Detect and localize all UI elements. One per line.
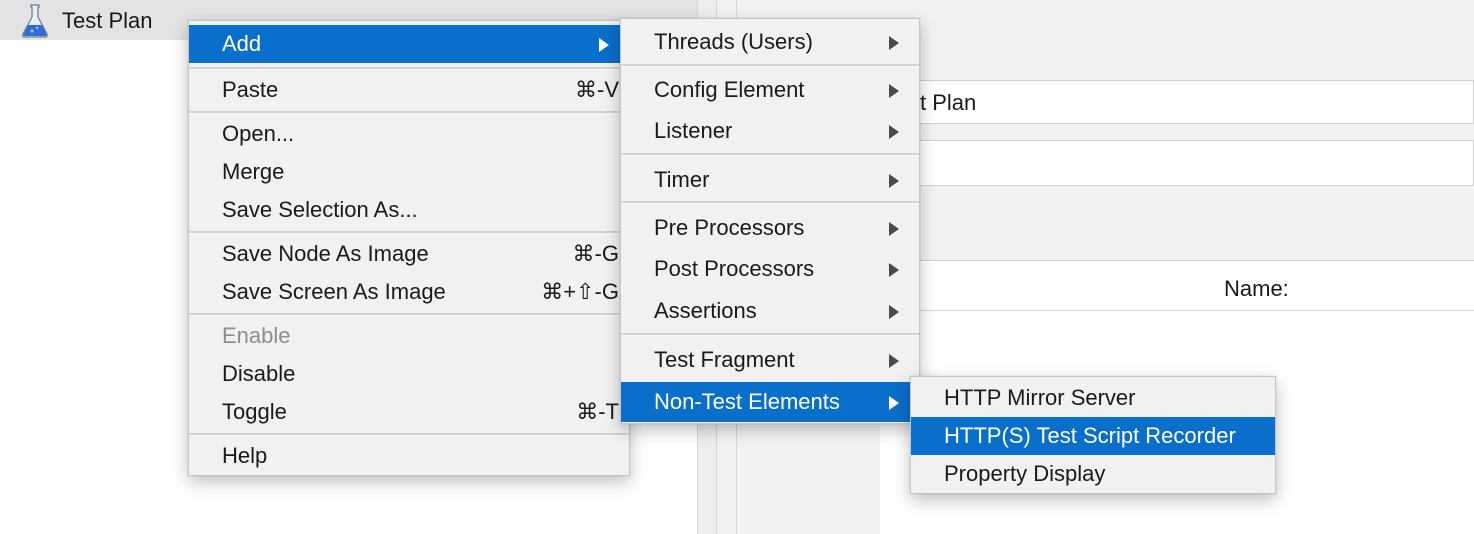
menu-item-label: Config Element	[654, 77, 805, 102]
submenu-item-config-element[interactable]: Config Element	[621, 71, 919, 109]
context-menu: Add Paste ⌘-V Open... Merge Save Selecti…	[188, 20, 630, 476]
add-submenu: Threads (Users) Config Element Listener …	[620, 18, 920, 424]
menu-separator	[621, 64, 919, 67]
menu-item-enable: Enable	[189, 317, 629, 355]
triangle-right-icon	[889, 222, 899, 236]
submenu-item-property-display[interactable]: Property Display	[911, 455, 1275, 493]
menu-item-label: Timer	[654, 167, 710, 192]
tree-root-label: Test Plan	[62, 8, 153, 33]
menu-item-disable[interactable]: Disable	[189, 355, 629, 393]
menu-item-label: Toggle	[222, 399, 287, 424]
menu-item-label: Disable	[222, 361, 296, 386]
menu-separator	[189, 433, 629, 436]
menu-item-toggle[interactable]: Toggle ⌘-T	[189, 393, 629, 431]
menu-item-label: Save Selection As...	[222, 197, 418, 222]
table-header-divider	[880, 310, 1474, 311]
triangle-right-icon	[889, 36, 899, 50]
menu-item-label: Test Fragment	[654, 347, 795, 372]
menu-separator	[189, 111, 629, 114]
menu-item-add[interactable]: Add	[189, 25, 629, 63]
menu-separator	[621, 153, 919, 156]
menu-item-open[interactable]: Open...	[189, 115, 629, 153]
submenu-item-test-fragment[interactable]: Test Fragment	[621, 341, 919, 379]
triangle-right-icon	[889, 263, 899, 277]
menu-item-shortcut: ⌘+⇧-G	[541, 279, 619, 304]
menu-item-label: Non-Test Elements	[654, 389, 840, 414]
menu-item-label: Listener	[654, 118, 733, 143]
submenu-item-timer[interactable]: Timer	[621, 161, 919, 199]
menu-item-shortcut: ⌘-G	[572, 241, 619, 266]
triangle-right-icon	[599, 38, 609, 52]
triangle-right-icon	[889, 396, 899, 410]
menu-item-label: Paste	[222, 77, 279, 102]
triangle-right-icon	[889, 305, 899, 319]
menu-item-label: Merge	[222, 159, 285, 184]
menu-item-save-selection-as[interactable]: Save Selection As...	[189, 191, 629, 229]
menu-item-label: Property Display	[944, 461, 1106, 486]
menu-item-label: Help	[222, 443, 268, 468]
menu-separator	[621, 333, 919, 336]
triangle-right-icon	[889, 125, 899, 139]
menu-item-save-node-as-image[interactable]: Save Node As Image ⌘-G	[189, 235, 629, 273]
menu-item-shortcut: ⌘-V	[575, 77, 619, 102]
table-column-header-name: Name:	[1224, 276, 1289, 301]
menu-separator	[189, 231, 629, 234]
menu-item-label: Post Processors	[654, 256, 815, 281]
menu-item-label: Assertions	[654, 298, 757, 323]
menu-separator	[189, 313, 629, 316]
menu-item-shortcut: ⌘-T	[576, 399, 619, 424]
submenu-item-non-test-elements[interactable]: Non-Test Elements	[621, 382, 919, 422]
submenu-item-assertions[interactable]: Assertions	[621, 292, 919, 330]
menu-item-label: HTTP Mirror Server	[944, 385, 1136, 410]
name-field-value: t Plan	[920, 90, 977, 115]
submenu-item-listener[interactable]: Listener	[621, 112, 919, 150]
menu-item-label: Save Node As Image	[222, 241, 429, 266]
menu-item-save-screen-as-image[interactable]: Save Screen As Image ⌘+⇧-G	[189, 273, 629, 311]
triangle-right-icon	[889, 84, 899, 98]
menu-item-help[interactable]: Help	[189, 437, 629, 475]
triangle-right-icon	[889, 174, 899, 188]
menu-item-label: Open...	[222, 121, 295, 146]
triangle-right-icon	[889, 354, 899, 368]
submenu-item-http-test-script-recorder[interactable]: HTTP(S) Test Script Recorder	[911, 417, 1275, 455]
menu-item-label: Save Screen As Image	[222, 279, 446, 304]
menu-separator	[621, 201, 919, 204]
menu-item-label: Enable	[222, 323, 291, 348]
submenu-item-http-mirror-server[interactable]: HTTP Mirror Server	[911, 379, 1275, 417]
menu-item-label: Add	[222, 31, 262, 56]
menu-item-label: HTTP(S) Test Script Recorder	[944, 423, 1236, 448]
submenu-item-threads[interactable]: Threads (Users)	[621, 23, 919, 61]
submenu-item-post-processors[interactable]: Post Processors	[621, 250, 919, 288]
comments-field[interactable]	[880, 140, 1474, 186]
menu-item-label: Pre Processors	[654, 215, 805, 240]
menu-item-merge[interactable]: Merge	[189, 153, 629, 191]
flask-icon	[22, 4, 48, 38]
non-test-elements-submenu: HTTP Mirror Server HTTP(S) Test Script R…	[910, 376, 1276, 494]
submenu-item-pre-processors[interactable]: Pre Processors	[621, 209, 919, 247]
menu-separator	[189, 67, 629, 70]
menu-item-label: Threads (Users)	[654, 29, 813, 54]
menu-item-paste[interactable]: Paste ⌘-V	[189, 71, 629, 109]
